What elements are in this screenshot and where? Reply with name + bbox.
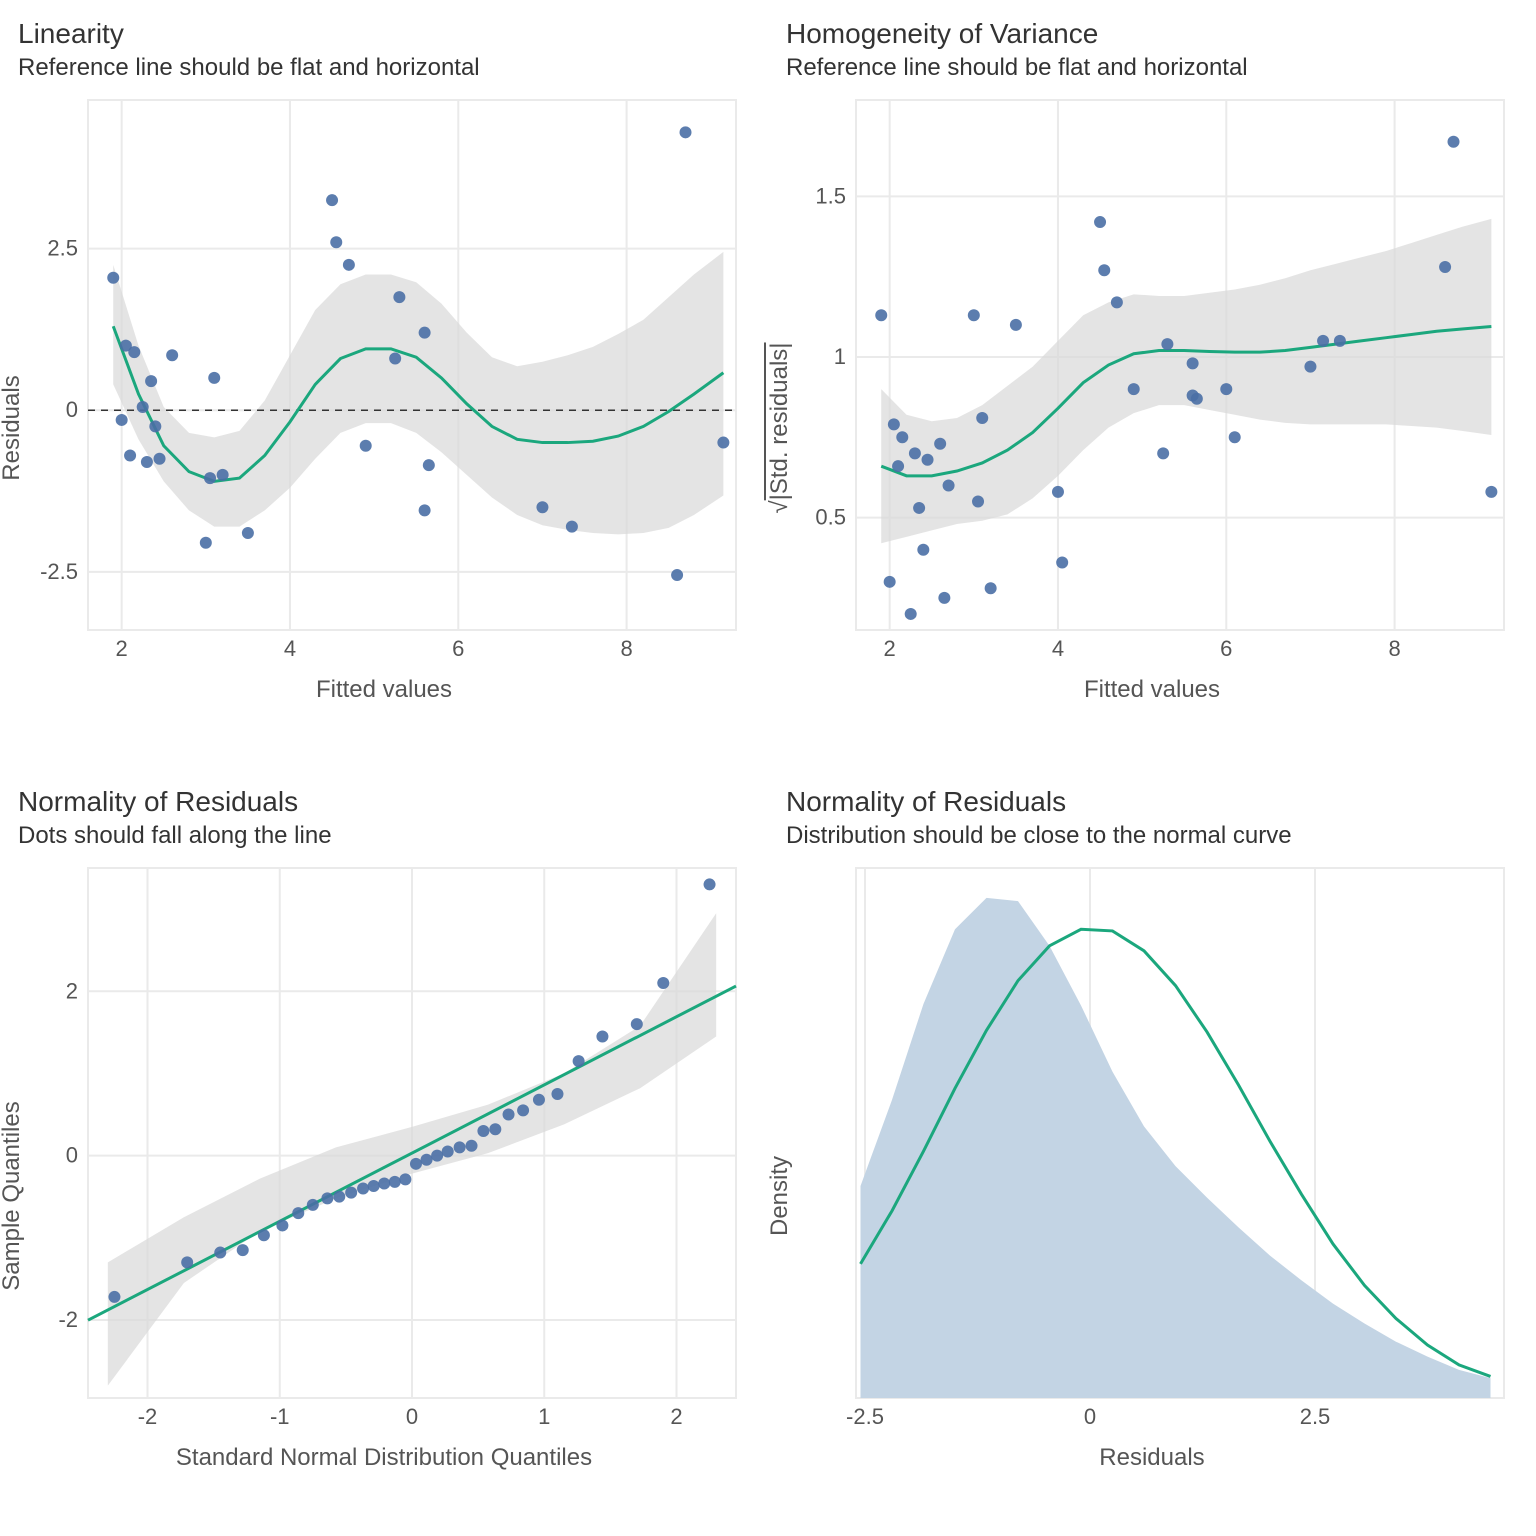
panel-subtitle: Distribution should be close to the norm… bbox=[786, 822, 1518, 850]
panel-homogeneity: Homogeneity of Variance Reference line s… bbox=[768, 0, 1536, 768]
svg-text:4: 4 bbox=[284, 636, 296, 661]
svg-text:6: 6 bbox=[1220, 636, 1232, 661]
svg-text:-2: -2 bbox=[138, 1404, 158, 1429]
panel-qq: Normality of Residuals Dots should fall … bbox=[0, 768, 768, 1536]
x-axis-label: Standard Normal Distribution Quantiles bbox=[18, 1444, 750, 1472]
panel-title: Normality of Residuals bbox=[18, 786, 750, 818]
svg-text:2: 2 bbox=[116, 636, 128, 661]
y-axis-label: Density bbox=[766, 1156, 794, 1236]
qq-plot: -2 -1 0 1 2 -2 0 2 bbox=[18, 858, 750, 1438]
panel-title: Normality of Residuals bbox=[786, 786, 1518, 818]
svg-text:4: 4 bbox=[1052, 636, 1064, 661]
panel-subtitle: Reference line should be flat and horizo… bbox=[18, 54, 750, 82]
svg-text:1: 1 bbox=[538, 1404, 550, 1429]
panel-density: Normality of Residuals Distribution shou… bbox=[768, 768, 1536, 1536]
svg-text:1.5: 1.5 bbox=[815, 183, 846, 208]
svg-text:2: 2 bbox=[66, 978, 78, 1003]
svg-text:0: 0 bbox=[1084, 1404, 1096, 1429]
svg-text:-1: -1 bbox=[270, 1404, 290, 1429]
panel-linearity: Linearity Reference line should be flat … bbox=[0, 0, 768, 768]
svg-text:0: 0 bbox=[66, 1143, 78, 1168]
svg-text:1: 1 bbox=[834, 344, 846, 369]
svg-text:0: 0 bbox=[406, 1404, 418, 1429]
svg-text:8: 8 bbox=[1388, 636, 1400, 661]
x-axis-label: Fitted values bbox=[18, 676, 750, 704]
svg-text:0.5: 0.5 bbox=[815, 505, 846, 530]
svg-text:8: 8 bbox=[620, 636, 632, 661]
panel-title: Homogeneity of Variance bbox=[786, 18, 1518, 50]
svg-text:2: 2 bbox=[884, 636, 896, 661]
x-axis-label: Fitted values bbox=[786, 676, 1518, 704]
svg-text:2.5: 2.5 bbox=[1300, 1404, 1331, 1429]
svg-text:-2.5: -2.5 bbox=[846, 1404, 884, 1429]
svg-text:-2.5: -2.5 bbox=[40, 559, 78, 584]
y-axis-label: Sample Quantiles bbox=[0, 1101, 26, 1290]
svg-text:2.5: 2.5 bbox=[47, 236, 78, 261]
svg-text:-2: -2 bbox=[58, 1307, 78, 1332]
homogeneity-plot: 2 4 6 8 0.5 1 1.5 bbox=[786, 90, 1518, 670]
y-axis-label: Residuals bbox=[0, 375, 26, 480]
density-plot: -2.5 0 2.5 bbox=[786, 858, 1518, 1438]
y-axis-label: √|Std. residuals| bbox=[766, 342, 794, 513]
x-axis-label: Residuals bbox=[786, 1444, 1518, 1472]
linearity-plot: 2 4 6 8 -2.5 0 2.5 bbox=[18, 90, 750, 670]
panel-title: Linearity bbox=[18, 18, 750, 50]
panel-subtitle: Dots should fall along the line bbox=[18, 822, 750, 850]
panel-subtitle: Reference line should be flat and horizo… bbox=[786, 54, 1518, 82]
svg-text:0: 0 bbox=[66, 397, 78, 422]
svg-text:6: 6 bbox=[452, 636, 464, 661]
svg-text:2: 2 bbox=[670, 1404, 682, 1429]
